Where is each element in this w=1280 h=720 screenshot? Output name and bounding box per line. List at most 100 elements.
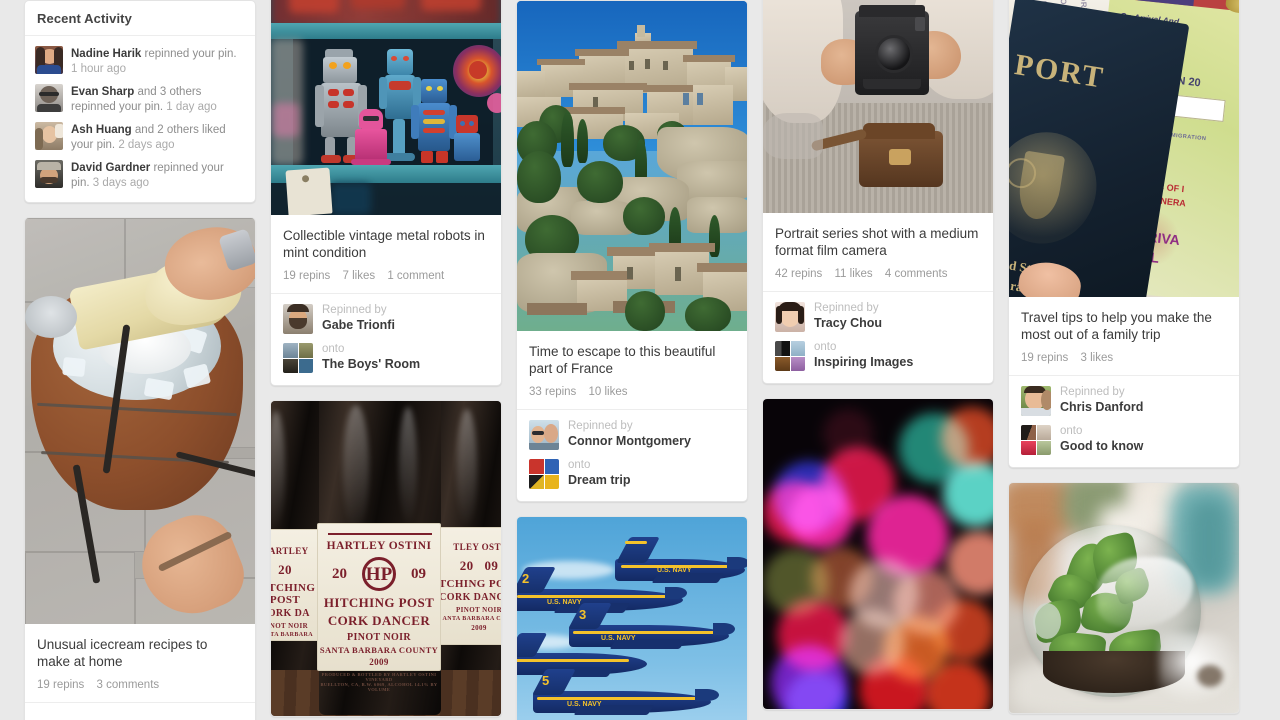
pin-image-bokeh[interactable] [763,399,993,709]
board-column-5: REPUB VALID .COM PORT REPUBLIC OF INDONE… [1008,0,1240,720]
pin-image-passport[interactable]: REPUB VALID .COM PORT REPUBLIC OF INDONE… [1009,0,1239,297]
camera-lens [875,35,913,73]
board-row[interactable]: onto Dream trip [529,459,735,489]
onto-label: onto [322,343,420,356]
pin-card-travel[interactable]: REPUB VALID .COM PORT REPUBLIC OF INDONE… [1008,0,1240,468]
activity-user: David Gardner [71,162,150,174]
avatar [35,84,63,112]
board-row[interactable]: onto The Boys' Room [283,343,489,373]
avatar [529,420,559,450]
repinned-by-user[interactable]: Connor Montgomery [568,434,691,449]
pin-stats: 19 repins 3 likes [1021,352,1227,364]
activity-time: 2 days ago [118,139,174,151]
pin-title: Time to escape to this beautiful part of… [529,343,735,377]
pin-body: Portrait series shot with a medium forma… [763,213,993,291]
activity-user: Ash Huang [71,124,132,136]
repin-count: 19 repins [37,679,84,691]
pin-card-jets[interactable]: U.S. NAVY 2 U.S. NAVY 3 U.S. NAVY [516,516,748,720]
board-name[interactable]: Good to know [1060,439,1143,454]
recent-activity-heading: Recent Activity [25,1,255,36]
board-thumbnail [283,343,313,373]
onto-label: onto [1060,425,1143,438]
repin-count: 33 repins [529,386,576,398]
pin-body: Time to escape to this beautiful part of… [517,331,747,409]
pin-card-robots[interactable]: Collectible vintage metal robots in mint… [270,0,502,386]
pin-stats: 33 repins 10 likes [529,386,735,398]
activity-text: Evan Sharp and 3 others repinned your pi… [71,84,245,114]
pin-image-france[interactable] [517,1,747,331]
avatar [1021,386,1051,416]
recent-activity-card: Recent Activity Nadine Harik repinned yo… [24,0,256,203]
avatar [35,122,63,150]
pin-card-wine[interactable]: HARTLEY 20 HITCHING POST CORK DA PINOT N… [270,400,502,717]
pin-footer [25,702,255,720]
repin-count: 19 repins [1021,352,1068,364]
pin-stats: 42 repins 11 likes 4 comments [775,268,981,280]
recent-activity-list: Nadine Harik repinned your pin. 1 hour a… [25,36,255,202]
pin-image-camera[interactable] [763,0,993,213]
board-row[interactable]: onto Inspiring Images [775,341,981,371]
pin-image-wine[interactable]: HARTLEY 20 HITCHING POST CORK DA PINOT N… [271,401,501,716]
board-thumbnail [1021,425,1051,455]
activity-item[interactable]: David Gardner repinned your pin. 3 days … [35,154,245,192]
board-column-2: Collectible vintage metal robots in mint… [270,0,502,720]
board-name[interactable]: Dream trip [568,473,631,488]
pin-title: Unusual icecream recipes to make at home [37,636,243,670]
repinned-by-user[interactable]: Chris Danford [1060,400,1143,415]
pin-footer: Repinned by Chris Danford onto Good to k… [1009,375,1239,467]
pin-footer: Repinned by Gabe Trionfi onto The Boys' … [271,293,501,385]
repinned-by-label: Repinned by [1060,386,1143,399]
board-name[interactable]: The Boys' Room [322,357,420,372]
onto-label: onto [568,459,631,472]
activity-item[interactable]: Ash Huang and 2 others liked your pin. 2… [35,116,245,154]
pin-title: Portrait series shot with a medium forma… [775,225,981,259]
pin-body: Unusual icecream recipes to make at home… [25,624,255,702]
pin-stats: 19 repins 3 comments [37,679,243,691]
avatar [283,304,313,334]
pin-board: Recent Activity Nadine Harik repinned yo… [0,0,1280,720]
board-name[interactable]: Inspiring Images [814,355,913,370]
pin-body: Collectible vintage metal robots in mint… [271,215,501,293]
board-row[interactable]: onto Good to know [1021,425,1227,455]
repinned-by-row[interactable]: Repinned by Tracy Chou [775,302,981,332]
repinned-by-row[interactable]: Repinned by Chris Danford [1021,386,1227,416]
pin-image-robots[interactable] [271,0,501,215]
price-tag [285,168,332,215]
activity-text: David Gardner repinned your pin. 3 days … [71,160,245,190]
activity-user: Evan Sharp [71,86,134,98]
repinned-by-label: Repinned by [814,302,882,315]
like-count: 3 likes [1081,352,1114,364]
activity-action: repinned your pin. [145,48,237,60]
board-column-3: Time to escape to this beautiful part of… [516,0,748,720]
pin-card-bokeh[interactable] [762,398,994,710]
activity-text: Nadine Harik repinned your pin. 1 hour a… [71,46,245,76]
activity-time: 3 days ago [93,177,149,189]
activity-user: Nadine Harik [71,48,141,60]
repinned-by-row[interactable]: Repinned by Connor Montgomery [529,420,735,450]
activity-item[interactable]: Evan Sharp and 3 others repinned your pi… [35,78,245,116]
pin-footer: Repinned by Tracy Chou onto Inspiring Im… [763,291,993,383]
pin-card-camera[interactable]: Portrait series shot with a medium forma… [762,0,994,384]
pin-image-icecream[interactable] [25,218,255,624]
like-count: 10 likes [589,386,628,398]
comment-count: 3 comments [97,679,160,691]
pin-card-terrarium[interactable] [1008,482,1240,714]
activity-text: Ash Huang and 2 others liked your pin. 2… [71,122,245,152]
comment-count: 4 comments [885,268,948,280]
avatar [35,160,63,188]
repinned-by-label: Repinned by [322,304,395,317]
repinned-by-user[interactable]: Gabe Trionfi [322,318,395,333]
repinned-by-row[interactable]: Repinned by Gabe Trionfi [283,304,489,334]
repinned-by-user[interactable]: Tracy Chou [814,316,882,331]
pin-image-jets[interactable]: U.S. NAVY 2 U.S. NAVY 3 U.S. NAVY [517,517,747,720]
repin-count: 19 repins [283,270,330,282]
pin-card-france[interactable]: Time to escape to this beautiful part of… [516,0,748,502]
pin-image-terrarium[interactable] [1009,483,1239,713]
activity-item[interactable]: Nadine Harik repinned your pin. 1 hour a… [35,40,245,78]
pin-body: Travel tips to help you make the most ou… [1009,297,1239,375]
pin-card-icecream[interactable]: Unusual icecream recipes to make at home… [24,217,256,720]
board-thumbnail [529,459,559,489]
repinned-by-label: Repinned by [568,420,691,433]
wine-label-right: TLEY OSTI 20 09 TCHING POST CORK DANCER … [435,527,501,645]
repin-count: 42 repins [775,268,822,280]
